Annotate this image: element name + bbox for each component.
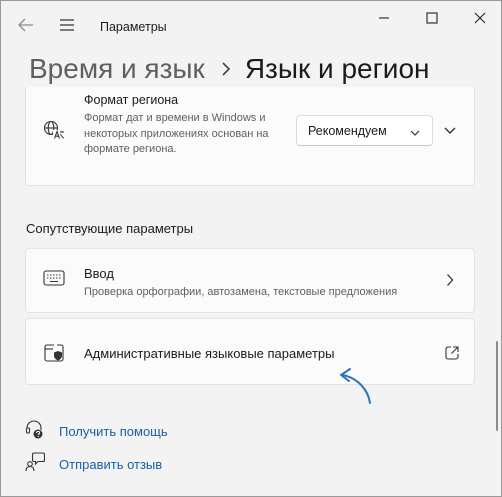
input-settings-card[interactable]: Ввод Проверка орфографии, автозамена, те… [25,248,475,313]
settings-window: Параметры Время и язык Язык и регион Фор… [0,0,502,497]
region-format-card: Формат региона Формат дат и времени в Wi… [25,87,475,186]
dropdown-selected-value: Рекомендуем [308,123,387,138]
chevron-right-icon [221,61,231,77]
open-external-icon [445,346,459,365]
breadcrumb: Время и язык Язык и регион [29,49,429,89]
annotation-arrow-icon [335,365,377,412]
close-icon [474,11,486,29]
send-feedback-label: Отправить отзыв [59,457,163,472]
breadcrumb-parent-link[interactable]: Время и язык [29,53,205,85]
chevron-right-icon [446,273,454,292]
expand-chevron-icon[interactable] [444,123,456,141]
chevron-down-icon [410,126,420,140]
region-format-dropdown[interactable]: Рекомендуем [296,115,433,146]
admin-shield-icon [44,344,64,367]
input-description: Проверка орфографии, автозамена, текстов… [84,286,398,298]
back-button[interactable] [13,15,39,39]
arrow-left-icon [18,18,34,37]
region-format-description: Формат дат и времени в Windows и некотор… [84,112,269,155]
maximize-icon [426,11,438,29]
section-title: Сопутствующие параметры [26,221,194,236]
feedback-icon [25,452,46,477]
input-title: Ввод [84,266,114,281]
send-feedback-link[interactable]: Отправить отзыв [25,452,162,477]
hamburger-icon [59,18,75,36]
maximize-button[interactable] [409,9,455,31]
app-title: Параметры [100,20,167,34]
vertical-scrollbar[interactable] [496,341,498,431]
title-bar: Параметры [1,1,501,51]
navigation-menu-button[interactable] [55,15,79,39]
minimize-button[interactable] [361,9,407,31]
get-help-label: Получить помощь [59,424,168,439]
region-format-title: Формат региона [84,93,179,107]
page-title: Язык и регион [244,53,430,84]
language-icon [43,120,65,145]
keyboard-icon [43,270,65,291]
admin-language-settings-card[interactable]: Административные языковые параметры [25,318,475,385]
get-help-link[interactable]: Получить помощь [25,419,168,444]
minimize-icon [378,11,390,29]
close-button[interactable] [457,9,501,31]
admin-title: Административные языковые параметры [84,346,335,361]
help-icon [25,419,45,444]
